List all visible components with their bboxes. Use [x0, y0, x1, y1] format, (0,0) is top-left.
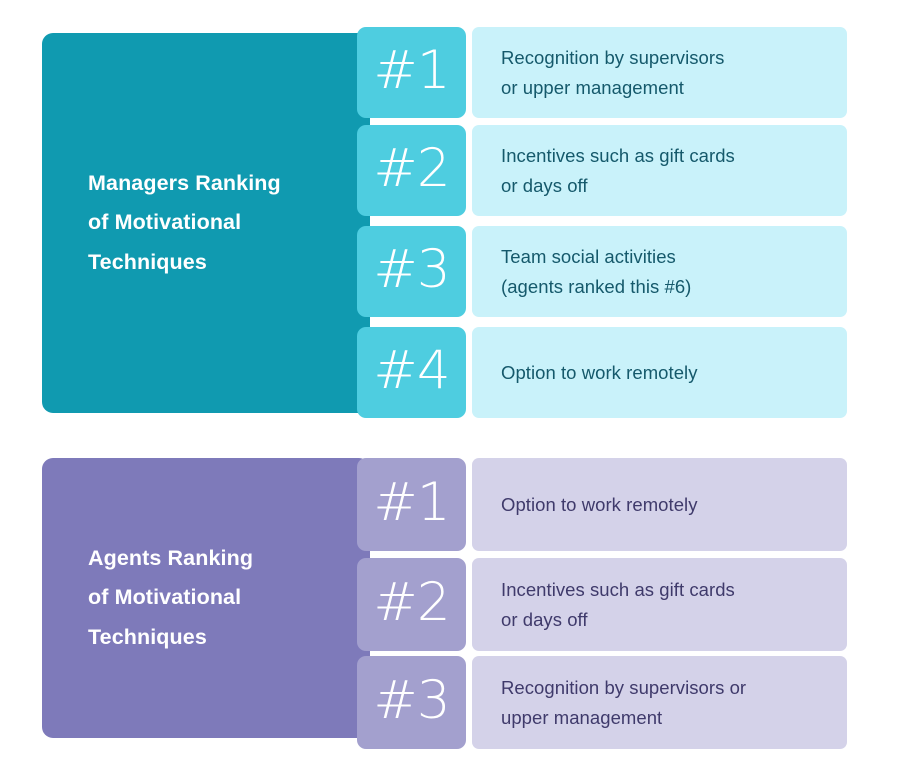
ranking-infographic: Managers Ranking of Motivational Techniq…	[0, 0, 900, 778]
agents-title-panel: Agents Ranking of Motivational Technique…	[42, 458, 370, 738]
rank-description-label: Option to work remotely	[501, 493, 698, 515]
rank-number-label: #1	[373, 472, 450, 533]
managers-rank-row-1: #1 Recognition by supervisors or upper m…	[357, 27, 900, 118]
rank-number-label: #4	[373, 340, 450, 401]
rank-badge-2: #2	[357, 558, 466, 651]
agents-rank-row-1: #1 Option to work remotely	[357, 458, 900, 551]
rank-description-label: Team social activities (agents ranked th…	[501, 245, 692, 297]
rank-number-label: #2	[373, 138, 450, 199]
rank-description-card-1: Recognition by supervisors or upper mana…	[472, 27, 847, 118]
rank-badge-4: #4	[357, 327, 466, 418]
rank-description-card-3: Recognition by supervisors or upper mana…	[472, 656, 847, 749]
agents-panel-title: Agents Ranking of Motivational Technique…	[88, 546, 254, 649]
rank-description-card-4: Option to work remotely	[472, 327, 847, 418]
rank-description-label: Option to work remotely	[501, 361, 698, 383]
rank-description-label: Recognition by supervisors or upper mana…	[501, 676, 747, 728]
rank-badge-3: #3	[357, 226, 466, 317]
rank-description-label: Incentives such as gift cards or days of…	[501, 578, 735, 630]
rank-number-label: #3	[373, 239, 450, 300]
managers-rank-row-4: #4 Option to work remotely	[357, 327, 900, 418]
rank-badge-3: #3	[357, 656, 466, 749]
agents-rank-row-3: #3 Recognition by supervisors or upper m…	[357, 656, 900, 749]
rank-badge-1: #1	[357, 458, 466, 551]
rank-description-card-1: Option to work remotely	[472, 458, 847, 551]
managers-title-panel: Managers Ranking of Motivational Techniq…	[42, 33, 370, 413]
rank-badge-1: #1	[357, 27, 466, 118]
managers-rank-row-2: #2 Incentives such as gift cards or days…	[357, 125, 900, 216]
agents-rank-row-2: #2 Incentives such as gift cards or days…	[357, 558, 900, 651]
agents-ranking-section: Agents Ranking of Motivational Technique…	[0, 445, 900, 778]
managers-rank-row-3: #3 Team social activities (agents ranked…	[357, 226, 900, 317]
rank-badge-2: #2	[357, 125, 466, 216]
rank-number-label: #1	[373, 40, 450, 101]
managers-ranking-section: Managers Ranking of Motivational Techniq…	[0, 0, 900, 445]
rank-description-label: Recognition by supervisors or upper mana…	[501, 46, 725, 98]
rank-number-label: #2	[373, 572, 450, 633]
rank-description-label: Incentives such as gift cards or days of…	[501, 144, 735, 196]
rank-description-card-3: Team social activities (agents ranked th…	[472, 226, 847, 317]
rank-description-card-2: Incentives such as gift cards or days of…	[472, 558, 847, 651]
rank-description-card-2: Incentives such as gift cards or days of…	[472, 125, 847, 216]
managers-panel-title: Managers Ranking of Motivational Techniq…	[88, 171, 281, 274]
rank-number-label: #3	[373, 670, 450, 731]
